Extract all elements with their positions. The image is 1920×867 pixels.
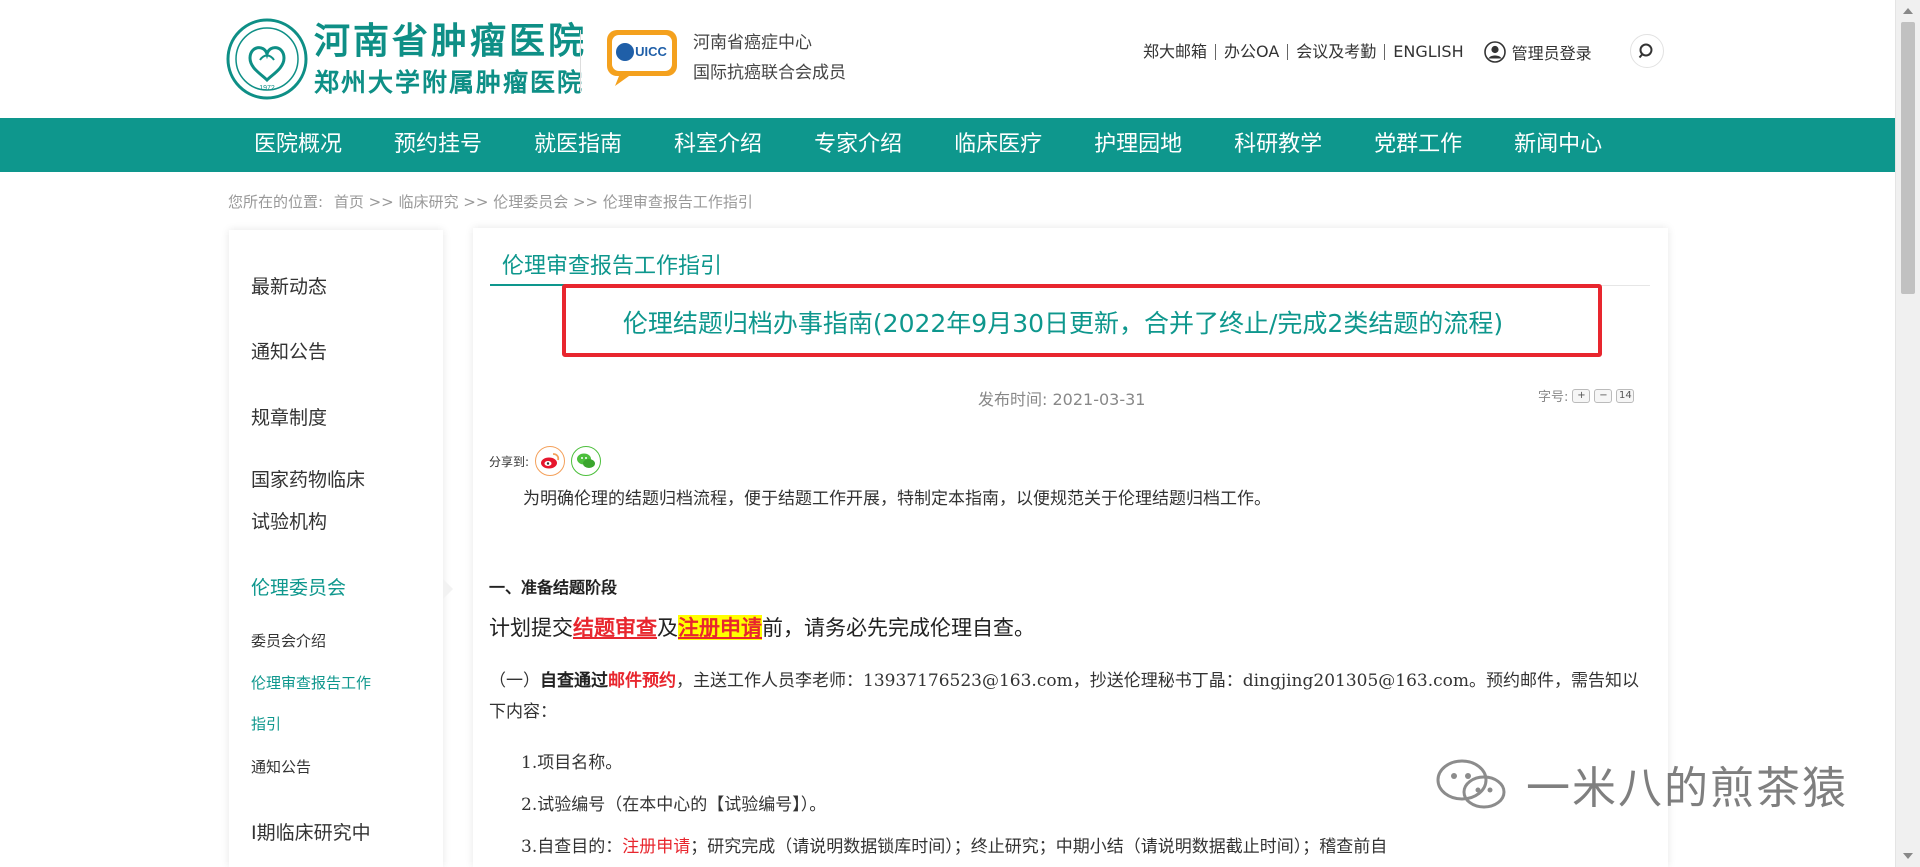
link-zzu-mail[interactable]: 郑大邮箱: [1140, 44, 1215, 60]
sidebar-sub-notices[interactable]: 通知公告: [251, 746, 311, 788]
search-button[interactable]: [1630, 34, 1664, 68]
font-decrease-button[interactable]: −: [1594, 388, 1613, 403]
sidebar-item-latest-news[interactable]: 最新动态: [251, 266, 327, 308]
sidebar-item-drug-trial-l1[interactable]: 国家药物临床: [251, 459, 365, 501]
scroll-up-arrow-icon[interactable]: [1903, 8, 1913, 14]
nav-hospital-overview[interactable]: 医院概况: [228, 118, 368, 172]
nav-visit-guide[interactable]: 就医指南: [508, 118, 648, 172]
uicc-badge-label: UICC: [635, 44, 667, 59]
share-bar: 分享到:: [489, 446, 602, 476]
link-english[interactable]: ENGLISH: [1384, 44, 1471, 60]
nav-clinical[interactable]: 临床医疗: [928, 118, 1068, 172]
weibo-share-icon[interactable]: [535, 446, 566, 476]
link-meeting-attendance[interactable]: 会议及考勤: [1287, 44, 1384, 60]
header-divider: [580, 30, 581, 92]
link-office-oa[interactable]: 办公OA: [1215, 44, 1287, 60]
sidebar-item-drug-trial-l2[interactable]: 试验机构: [251, 501, 327, 543]
list-item-self-check-purpose: 3.自查目的：注册申请；研究完成（请说明数据锁库时间）；终止研究；中期小结（请说…: [521, 832, 1387, 857]
nav-experts[interactable]: 专家介绍: [788, 118, 928, 172]
plan-text-post: 前，请务必先完成伦理自查。: [762, 616, 1035, 640]
publish-date: 发布时间: 2021-03-31: [978, 390, 1146, 409]
page-scrollbar[interactable]: [1895, 0, 1920, 867]
self-check-bold: 自查通过: [540, 671, 608, 691]
plan-emphasis-closure-review: 结题审查: [573, 615, 657, 640]
list-item-project-name: 1.项目名称。: [521, 753, 623, 773]
section-heading-prepare: 一、准备结题阶段: [489, 578, 618, 597]
intro-paragraph: 为明确伦理的结题归档流程，便于结题工作开展，特制定本指南，以便规范关于伦理结题归…: [523, 489, 1271, 509]
hospital-emblem-icon[interactable]: 1972: [226, 18, 308, 100]
admin-login-label: 管理员登录: [1511, 44, 1592, 63]
uicc-badge-icon: UICC: [607, 30, 677, 86]
main-nav: 医院概况 预约挂号 就医指南 科室介绍 专家介绍 临床医疗 护理园地 科研教学 …: [0, 118, 1895, 172]
wechat-share-icon[interactable]: [571, 446, 602, 476]
wechat-icon: [577, 453, 596, 468]
admin-login-link[interactable]: 管理员登录: [1483, 40, 1592, 64]
weibo-icon: [541, 453, 560, 469]
partner-line1: 河南省癌症中心: [693, 33, 812, 53]
nav-party-work[interactable]: 党群工作: [1348, 118, 1488, 172]
search-icon: [1638, 43, 1653, 59]
self-check-prefix: （一）: [489, 671, 540, 691]
sidebar-sub-ethics-guide-l1[interactable]: 伦理审查报告工作: [251, 662, 371, 704]
nav-research-teaching[interactable]: 科研教学: [1208, 118, 1348, 172]
sidebar-item-regulations[interactable]: 规章制度: [251, 397, 327, 439]
wechat-watermark: 一米八的煎茶猿: [1432, 752, 1848, 816]
purpose-registration: 注册申请: [622, 837, 691, 857]
sidebar-item-ethics-committee[interactable]: 伦理委员会: [251, 567, 346, 609]
hospital-subname: 郑州大学附属肿瘤医院: [314, 68, 585, 97]
font-increase-button[interactable]: +: [1572, 388, 1591, 403]
wechat-watermark-icon: [1436, 759, 1506, 809]
purpose-prefix: 3.自查目的：: [521, 837, 623, 857]
plan-text-pre: 计划提交: [489, 616, 573, 640]
svg-text:1972: 1972: [259, 85, 275, 92]
plan-text-and: 及: [657, 616, 678, 640]
top-links: 郑大邮箱 办公OA 会议及考勤 ENGLISH 管理员登录: [1140, 40, 1592, 64]
font-size-control: 字号: + − 14: [1538, 386, 1635, 405]
site-header: 1972 河南省肿瘤医院 郑州大学附属肿瘤医院 UICC 河南省癌症中心 国际抗…: [0, 0, 1895, 118]
hospital-name: 河南省肿瘤医院: [314, 20, 588, 62]
user-icon: [1483, 41, 1506, 63]
nav-nursing[interactable]: 护理园地: [1068, 118, 1208, 172]
breadcrumb-label: 您所在的位置:: [228, 193, 324, 211]
nav-appointment[interactable]: 预约挂号: [368, 118, 508, 172]
sidebar-sub-committee-intro[interactable]: 委员会介绍: [251, 620, 326, 662]
breadcrumb-path[interactable]: 首页 >> 临床研究 >> 伦理委员会 >> 伦理审查报告工作指引: [334, 193, 753, 211]
article-title: 伦理结题归档办事指南(2022年9月30日更新，合并了终止/完成2类结题的流程): [622, 309, 1504, 338]
sidebar: 最新动态 通知公告 规章制度 国家药物临床 试验机构 伦理委员会 委员会介绍 伦…: [229, 230, 443, 867]
share-label: 分享到:: [489, 454, 530, 469]
sidebar-active-arrow: [443, 579, 453, 599]
nav-departments[interactable]: 科室介绍: [648, 118, 788, 172]
self-check-email-appointment: 邮件预约: [608, 671, 676, 691]
sidebar-item-phase1-center[interactable]: I期临床研究中: [251, 812, 371, 854]
list-item-trial-number: 2.试验编号（在本中心的【试验编号】）。: [521, 795, 827, 815]
scroll-down-arrow-icon[interactable]: [1903, 853, 1913, 859]
nav-news-center[interactable]: 新闻中心: [1488, 118, 1628, 172]
hospital-logo-text[interactable]: 河南省肿瘤医院 郑州大学附属肿瘤医院: [314, 20, 587, 100]
breadcrumb: 您所在的位置: 首页 >> 临床研究 >> 伦理委员会 >> 伦理审查报告工作指…: [228, 191, 759, 212]
sidebar-sub-ethics-guide-l2[interactable]: 指引: [251, 703, 281, 745]
watermark-text: 一米八的煎茶猿: [1526, 763, 1848, 814]
font-size-label: 字号:: [1538, 390, 1569, 405]
partner-line2: 国际抗癌联合会成员: [693, 63, 846, 83]
purpose-text: ；研究完成（请说明数据锁库时间）；终止研究；中期小结（请说明数据截止时间）；稽查…: [690, 837, 1388, 857]
plan-emphasis-registration: 注册申请: [678, 615, 762, 640]
plan-paragraph: 计划提交结题审查及注册申请前，请务必先完成伦理自查。: [489, 612, 1649, 642]
section-title: 伦理审查报告工作指引: [502, 254, 723, 279]
scrollbar-thumb[interactable]: [1901, 22, 1915, 294]
font-size-value[interactable]: 14: [1616, 388, 1635, 403]
self-check-paragraph: （一）自查通过邮件预约，主送工作人员李老师：13937176523@163.co…: [489, 666, 1649, 728]
sidebar-item-notices[interactable]: 通知公告: [251, 331, 327, 373]
partner-info: 河南省癌症中心 国际抗癌联合会成员: [693, 28, 846, 88]
